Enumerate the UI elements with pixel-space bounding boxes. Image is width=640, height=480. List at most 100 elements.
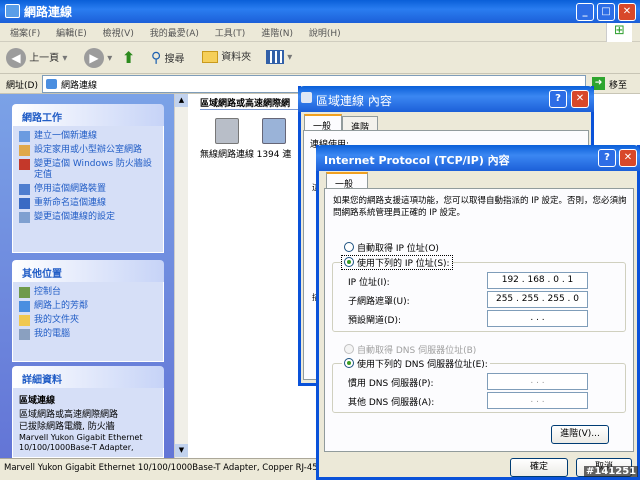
up-folder-button[interactable]: ⬆	[122, 48, 135, 68]
use-dns-radio[interactable]: 使用下列的 DNS 伺服器位址(E):	[342, 357, 490, 370]
task-change-settings[interactable]: 變更這個連線的設定	[19, 212, 157, 223]
place-network-places[interactable]: 網路上的芳鄰	[19, 301, 157, 312]
minimize-button[interactable]: _	[576, 3, 594, 21]
ip-address-field[interactable]: 192 . 168 . 0 . 1	[487, 272, 588, 289]
disable-icon	[19, 184, 30, 195]
preferred-dns-label: 慣用 DNS 伺服器(P):	[348, 379, 434, 389]
dialog1-tab-general[interactable]: 一般	[304, 114, 342, 132]
dialog1-tab-advanced[interactable]: 進階	[342, 116, 378, 133]
firewall-icon	[19, 159, 30, 170]
dropdown-icon: ▾	[62, 53, 68, 64]
task-disable-device[interactable]: 停用這個網路裝置	[19, 184, 157, 195]
group-divider	[200, 109, 310, 110]
close-button[interactable]: ✕	[618, 3, 636, 21]
menu-tools[interactable]: 工具(T)	[215, 29, 246, 39]
window-title-bar[interactable]: 網路連線	[0, 0, 640, 23]
watermark: #141251	[584, 466, 639, 477]
network-tasks-box: 網路工作 建立一個新連線 設定家用或小型辦公室網路 變更這個 Windows 防…	[12, 104, 164, 253]
network-icon	[46, 79, 57, 89]
scroll-down-button[interactable]: ▼	[175, 444, 188, 457]
ieee1394-connection-icon	[262, 118, 286, 144]
computer-icon	[19, 329, 30, 340]
dropdown-icon: ▾	[287, 52, 293, 63]
task-rename-connection[interactable]: 重新命名這個連線	[19, 198, 157, 209]
network-icon	[301, 92, 312, 103]
new-connection-icon	[19, 131, 30, 142]
menu-edit[interactable]: 編輯(E)	[56, 29, 87, 39]
folders-button[interactable]: 資料夾	[202, 48, 251, 68]
details-line: Marvell Yukon Gigabit Ethernet 10/100/10…	[19, 433, 143, 452]
connection-wireless[interactable]: 無線網路連線	[198, 118, 256, 160]
preferred-dns-field[interactable]: . . .	[487, 373, 588, 390]
maximize-button[interactable]: □	[597, 3, 615, 21]
network-tasks-header[interactable]: 網路工作	[12, 104, 164, 126]
details-name: 區域連線	[19, 396, 56, 406]
dropdown-icon: ▾	[107, 53, 113, 64]
rename-icon	[19, 198, 30, 209]
network-places-icon	[19, 301, 30, 312]
dialog1-help-button[interactable]: ?	[549, 90, 567, 108]
up-arrow-icon: ⬆	[122, 48, 136, 67]
other-places-header[interactable]: 其他位置	[12, 260, 164, 282]
control-panel-icon	[19, 287, 30, 298]
home-network-icon	[19, 145, 30, 156]
task-home-network[interactable]: 設定家用或小型辦公室網路	[19, 145, 157, 156]
place-my-computer[interactable]: 我的電腦	[19, 329, 157, 340]
toolbar: ◀ 上一頁 ▾ ▶ ▾ ⬆ ⚲ 搜尋 資料夾 ▾	[0, 42, 640, 74]
radio-icon	[344, 257, 354, 267]
scroll-up-button[interactable]: ▲	[175, 94, 188, 107]
dialog2-close-button[interactable]: ✕	[619, 149, 637, 167]
details-header[interactable]: 詳細資料	[12, 366, 164, 388]
alternate-dns-label: 其他 DNS 伺服器(A):	[348, 398, 435, 408]
settings-icon	[19, 212, 30, 223]
connection-1394[interactable]: 1394 連	[254, 118, 294, 160]
group-header: 區域網路或高速網際網	[200, 99, 291, 109]
menu-bar: 檔案(F) 編輯(E) 檢視(V) 我的最愛(A) 工具(T) 進階(N) 說明…	[0, 23, 640, 42]
ip-address-label: IP 位址(I):	[348, 278, 390, 288]
task-new-connection[interactable]: 建立一個新連線	[19, 131, 157, 142]
task-pane-scrollbar[interactable]: ▲ ▼	[174, 94, 188, 458]
place-control-panel[interactable]: 控制台	[19, 287, 157, 298]
views-icon	[266, 50, 284, 64]
task-pane: 網路工作 建立一個新連線 設定家用或小型辦公室網路 變更這個 Windows 防…	[0, 94, 174, 458]
advanced-button[interactable]: 進階(V)...	[551, 425, 609, 444]
use-ip-radio[interactable]: 使用下列的 IP 位址(S):	[341, 255, 453, 270]
network-folder-icon	[5, 4, 20, 18]
folder-icon	[19, 315, 30, 326]
place-my-documents[interactable]: 我的文件夾	[19, 315, 157, 326]
menu-file[interactable]: 檔案(F)	[10, 29, 40, 39]
menu-view[interactable]: 檢視(V)	[103, 29, 134, 39]
window-title: 網路連線	[24, 5, 73, 19]
back-arrow-icon: ◀	[6, 48, 26, 68]
auto-ip-radio[interactable]: 自動取得 IP 位址(O)	[344, 241, 439, 254]
folder-icon	[202, 51, 218, 63]
forward-button[interactable]: ▶ ▾	[84, 48, 112, 68]
views-button[interactable]: ▾	[266, 48, 292, 68]
ok-button[interactable]: 確定	[510, 458, 568, 477]
default-gateway-field[interactable]: . . .	[487, 310, 588, 327]
default-gateway-label: 預設閘道(D):	[348, 316, 401, 326]
menu-help[interactable]: 說明(H)	[309, 29, 341, 39]
dialog2-tab-general[interactable]: 一般	[326, 172, 368, 190]
subnet-mask-label: 子網路遮罩(U):	[348, 297, 410, 307]
dialog1-close-button[interactable]: ✕	[571, 90, 589, 108]
task-firewall-settings[interactable]: 變更這個 Windows 防火牆設定值	[19, 159, 157, 181]
search-icon: ⚲	[151, 50, 162, 66]
menu-advanced[interactable]: 進階(N)	[261, 29, 293, 39]
back-button[interactable]: ◀ 上一頁 ▾	[6, 48, 67, 68]
alternate-dns-field[interactable]: . . .	[487, 392, 588, 409]
forward-arrow-icon: ▶	[84, 48, 104, 68]
subnet-mask-field[interactable]: 255 . 255 . 255 . 0	[487, 291, 588, 308]
details-line: 區域網路或高速網際網路	[19, 410, 119, 420]
dialog2-help-button[interactable]: ?	[598, 149, 616, 167]
details-line: 已拔除網路電纜, 防火牆	[19, 422, 115, 432]
go-button[interactable]: 移至	[609, 78, 627, 91]
tcpip-properties-title-bar[interactable]: Internet Protocol (TCP/IP) 內容	[316, 145, 640, 171]
details-box: 詳細資料 區域連線 區域網路或高速網際網路 已拔除網路電纜, 防火牆 Marve…	[12, 366, 164, 458]
auto-dns-radio[interactable]: 自動取得 DNS 伺服器位址(B)	[344, 343, 476, 356]
radio-icon	[344, 242, 354, 252]
menu-favorites[interactable]: 我的最愛(A)	[150, 29, 199, 39]
search-button[interactable]: ⚲ 搜尋	[151, 48, 184, 68]
radio-icon	[344, 344, 354, 354]
tcpip-dialog-title: Internet Protocol (TCP/IP) 內容	[324, 154, 510, 167]
